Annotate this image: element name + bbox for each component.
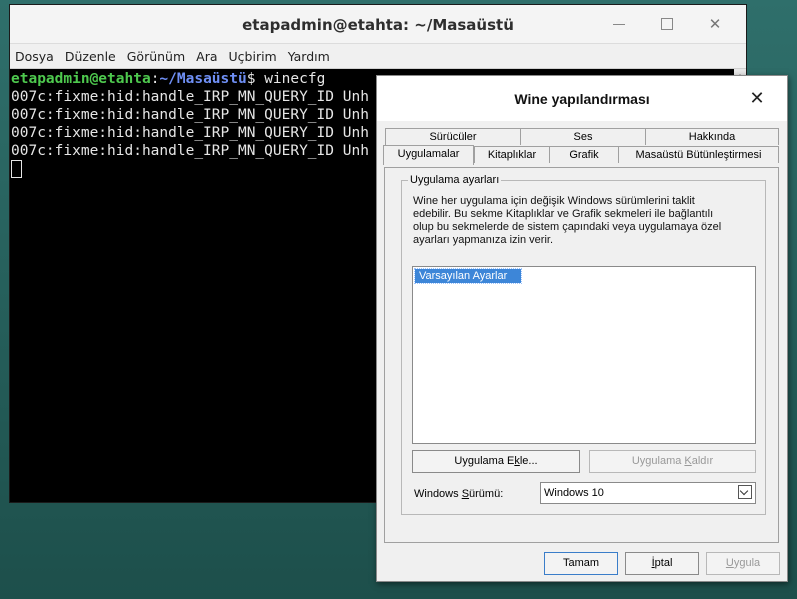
menu-ara[interactable]: Ara xyxy=(191,44,223,64)
add-app-label-a: Uygulama E xyxy=(454,455,515,467)
prompt-path: ~/Masaüstü xyxy=(159,71,247,87)
terminal-titlebar[interactable]: etapadmin@etahta: ~/Masaüstü ✕ xyxy=(10,5,746,44)
menu-dosya[interactable]: Dosya xyxy=(10,44,60,64)
apply-accel: U xyxy=(725,557,734,569)
output-line: 007c:fixme:hid:handle_IRP_MN_QUERY_ID Un… xyxy=(11,89,369,105)
remove-app-label-b: aldır xyxy=(691,455,714,467)
minimize-button[interactable] xyxy=(608,13,630,35)
maximize-button[interactable] xyxy=(656,13,678,35)
apply-button[interactable]: Uygula xyxy=(706,552,780,575)
add-app-label-b: le... xyxy=(519,455,538,467)
ver-label-accel: S xyxy=(461,488,470,500)
windows-version-select[interactable]: Windows 10 xyxy=(540,482,756,504)
output-line: 007c:fixme:hid:handle_IRP_MN_QUERY_ID Un… xyxy=(11,125,369,141)
output-line: 007c:fixme:hid:handle_IRP_MN_QUERY_ID Un… xyxy=(11,143,369,159)
remove-app-label-a: Uygulama xyxy=(631,455,685,467)
app-settings-group: Uygulama ayarları Wine her uygulama için… xyxy=(401,174,766,515)
tab-grafik[interactable]: Grafik xyxy=(549,146,619,163)
menu-duzenle[interactable]: Düzenle xyxy=(60,44,122,64)
cancel-label: ptal xyxy=(654,557,673,569)
list-item[interactable]: Varsayılan Ayarlar xyxy=(414,268,522,284)
ver-label-b: ürümü: xyxy=(469,488,504,500)
cancel-button[interactable]: İptal xyxy=(625,552,699,575)
tab-masaustu-butunlestirmesi[interactable]: Masaüstü Bütünleştirmesi xyxy=(618,146,779,163)
tab-panel-uygulamalar: Uygulama ayarları Wine her uygulama için… xyxy=(384,167,779,543)
output-line: 007c:fixme:hid:handle_IRP_MN_QUERY_ID Un… xyxy=(11,107,369,123)
tab-hakkinda[interactable]: Hakkında xyxy=(645,128,779,145)
group-label: Uygulama ayarları xyxy=(408,174,502,186)
wine-config-dialog[interactable]: Wine yapılandırması ✕ Sürücüler Ses Hakk… xyxy=(376,75,788,582)
application-list[interactable]: Varsayılan Ayarlar xyxy=(412,266,756,444)
prompt-end: $ xyxy=(246,71,265,87)
prompt-user: etapadmin@etahta xyxy=(11,71,151,87)
ver-label-a: Windows xyxy=(414,488,462,500)
remove-app-accel: K xyxy=(684,455,692,467)
terminal-menubar: Dosya Düzenle Görünüm Ara Uçbirim Yardım xyxy=(10,44,746,69)
terminal-title: etapadmin@etahta: ~/Masaüstü xyxy=(242,16,514,34)
dialog-title: Wine yapılandırması xyxy=(514,91,650,107)
tab-suruculer[interactable]: Sürücüler xyxy=(385,128,521,145)
tab-uygulamalar[interactable]: Uygulamalar xyxy=(383,145,474,165)
group-description: Wine her uygulama için değişik Windows s… xyxy=(413,195,722,246)
menu-yardim[interactable]: Yardım xyxy=(283,44,336,64)
windows-version-label: Windows Sürümü: xyxy=(414,488,503,500)
menu-ucbirim[interactable]: Uçbirim xyxy=(224,44,283,64)
remove-application-button[interactable]: Uygulama Kaldır xyxy=(589,450,756,473)
menu-gorunum[interactable]: Görünüm xyxy=(122,44,191,64)
text-cursor xyxy=(11,160,22,178)
chevron-down-icon[interactable] xyxy=(738,485,752,499)
close-icon[interactable]: ✕ xyxy=(704,13,726,35)
tab-kitapliklar[interactable]: Kitaplıklar xyxy=(474,146,550,163)
apply-label: ygula xyxy=(733,557,761,569)
command-text: winecfg xyxy=(264,71,326,87)
add-application-button[interactable]: Uygulama Ekle... xyxy=(412,450,580,473)
close-icon[interactable]: ✕ xyxy=(747,88,767,108)
tab-ses[interactable]: Ses xyxy=(520,128,646,145)
dialog-titlebar[interactable]: Wine yapılandırması ✕ xyxy=(377,76,787,121)
windows-version-value: Windows 10 xyxy=(544,487,604,499)
ok-button[interactable]: Tamam xyxy=(544,552,618,575)
